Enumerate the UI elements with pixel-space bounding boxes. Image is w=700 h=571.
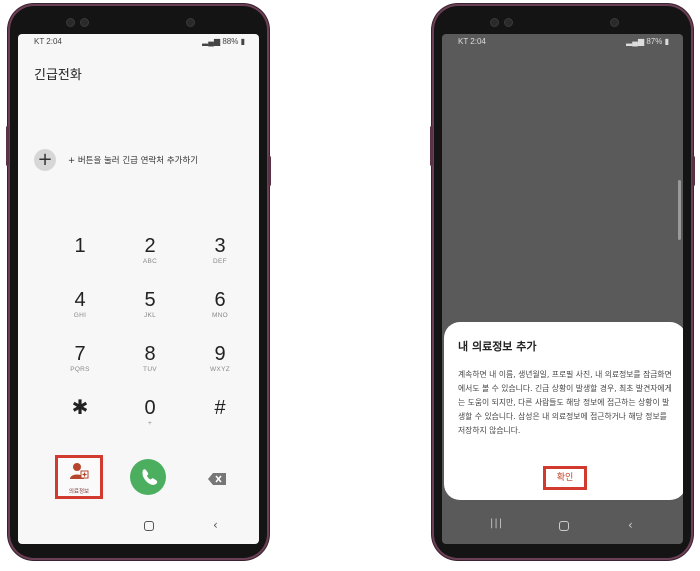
key-9[interactable]: 9 WXYZ — [190, 342, 250, 388]
key-7[interactable]: 7 PQRS — [50, 342, 110, 388]
front-camera-icon — [186, 18, 195, 27]
key-3[interactable]: 3 DEF — [190, 234, 250, 280]
navigation-bar: ‹ — [18, 508, 259, 544]
key-hash[interactable]: # — [190, 396, 250, 442]
key-8[interactable]: 8 TUV — [120, 342, 180, 388]
signal-icon: ▂▄▆ — [202, 37, 221, 46]
key-6[interactable]: 6 MNO — [190, 288, 250, 334]
medical-info-dialog: 내 의료정보 추가 계속하면 내 이름, 생년월일, 프로필 사진, 내 의료정… — [444, 322, 683, 500]
battery-icon: ▮ — [240, 37, 245, 46]
backspace-icon — [208, 473, 226, 485]
battery-percent: 87% — [646, 37, 663, 46]
battery-percent: 88% — [222, 37, 239, 46]
key-1[interactable]: 1 — [50, 234, 110, 280]
emergency-dialer-screen: KT 2:04 ▂▄▆ 88% ▮ 긴급전화 + + 버튼을 눌러 긴급 연락처… — [18, 34, 259, 544]
key-star[interactable]: ✱ — [50, 396, 110, 442]
medical-info-dialog-screen: KT 2:04 ▂▄▆ 87% ▮ 내 의료정보 추가 계속하면 내 이름, 생… — [442, 34, 683, 544]
volume-button — [430, 126, 433, 166]
key-5[interactable]: 5 JKL — [120, 288, 180, 334]
home-icon[interactable] — [144, 521, 154, 531]
dialog-title: 내 의료정보 추가 — [458, 340, 537, 353]
add-contact-row[interactable]: + + 버튼을 눌러 긴급 연락처 추가하기 — [34, 149, 198, 171]
page-title: 긴급전화 — [34, 68, 82, 83]
dialog-message: 계속하면 내 이름, 생년월일, 프로필 사진, 내 의료정보를 잠금화면에서도… — [458, 370, 672, 435]
status-bar: KT 2:04 ▂▄▆ 87% ▮ — [442, 34, 683, 48]
call-button[interactable] — [130, 459, 166, 495]
signal-icon: ▂▄▆ — [626, 37, 645, 46]
sensor-icon — [504, 18, 513, 27]
add-contact-button[interactable]: + — [34, 149, 56, 171]
right-phone: KT 2:04 ▂▄▆ 87% ▮ 내 의료정보 추가 계속하면 내 이름, 생… — [430, 6, 695, 558]
confirm-button[interactable]: 확인 — [543, 466, 587, 490]
back-icon[interactable]: ‹ — [213, 518, 218, 532]
front-camera-icon — [610, 18, 619, 27]
front-camera-icon — [66, 18, 75, 27]
front-camera-icon — [490, 18, 499, 27]
phone-icon — [142, 469, 158, 485]
key-2[interactable]: 2 ABC — [120, 234, 180, 280]
back-icon[interactable]: ‹ — [628, 518, 633, 532]
battery-icon: ▮ — [664, 37, 669, 46]
medical-info-button[interactable]: 의료정보 — [55, 455, 103, 499]
left-phone: KT 2:04 ▂▄▆ 88% ▮ 긴급전화 + + 버튼을 눌러 긴급 연락처… — [6, 6, 271, 558]
add-contact-hint: + 버튼을 눌러 긴급 연락처 추가하기 — [68, 156, 199, 166]
status-bar: KT 2:04 ▂▄▆ 88% ▮ — [18, 34, 259, 48]
home-icon[interactable] — [559, 521, 569, 531]
recent-apps-icon[interactable]: ||| — [490, 518, 503, 529]
scrollbar[interactable] — [678, 180, 681, 240]
sensor-icon — [80, 18, 89, 27]
power-button — [268, 156, 271, 186]
key-4[interactable]: 4 GHI — [50, 288, 110, 334]
navigation-bar: ||| ‹ — [442, 508, 683, 544]
power-button — [692, 156, 695, 186]
volume-button — [6, 126, 9, 166]
medical-info-label: 의료정보 — [68, 489, 90, 495]
delete-button[interactable] — [208, 470, 226, 485]
key-0[interactable]: 0 + — [120, 396, 180, 442]
medical-info-icon — [70, 463, 89, 479]
carrier-time: KT 2:04 — [34, 37, 62, 46]
carrier-time: KT 2:04 — [458, 37, 486, 46]
